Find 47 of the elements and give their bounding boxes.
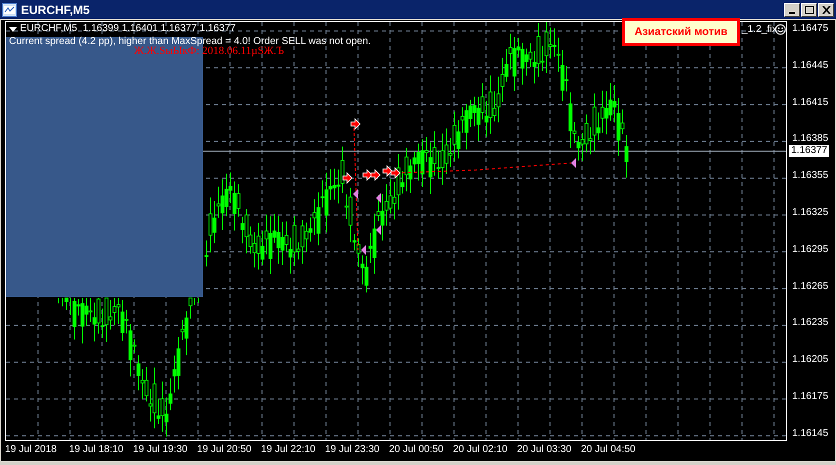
minimize-button[interactable] <box>784 2 800 16</box>
time-label: 19 Jul 22:10 <box>261 444 316 454</box>
price-label: 1.16175 <box>792 392 828 402</box>
time-label: 20 Jul 02:10 <box>453 444 508 454</box>
time-label: 19 Jul 23:30 <box>325 444 380 454</box>
garbled-text: Ж.Ж.SыЫкФ: 2018.06.11µSЖ.Ъ <box>134 46 284 57</box>
time-label: 20 Jul 00:50 <box>389 444 444 454</box>
triangle-marker <box>353 189 358 199</box>
time-label: 19 Jul 19:30 <box>133 444 188 454</box>
arrow-marker <box>350 118 361 130</box>
time-label: 19 Jul 20:50 <box>197 444 252 454</box>
time-label: 20 Jul 04:50 <box>581 444 636 454</box>
maximize-icon <box>804 6 814 14</box>
price-label: 1.16205 <box>792 355 828 366</box>
price-label: 1.16265 <box>792 282 828 292</box>
price-label: 1.16415 <box>792 98 828 108</box>
minimize-icon <box>789 12 795 14</box>
price-label: 1.16355 <box>792 171 828 182</box>
triangle-marker <box>361 245 366 255</box>
price-label: 1.16475 <box>792 24 828 34</box>
current-price-label: 1.16377 <box>789 145 830 158</box>
arrow-marker <box>342 172 353 184</box>
indicator-label: Азиатский мотив <box>622 18 740 46</box>
price-label: 1.16235 <box>792 318 828 328</box>
price-label: 1.16145 <box>792 428 828 439</box>
arrow-marker <box>370 169 381 181</box>
price-label: 1.16325 <box>792 208 828 218</box>
caret-icon <box>9 26 17 32</box>
arrow-marker <box>362 169 373 181</box>
window-icon <box>2 2 17 16</box>
triangle-marker <box>376 225 381 235</box>
arrow-marker <box>390 167 401 179</box>
time-label: 19 Jul 18:10 <box>69 444 124 454</box>
candle <box>64 298 68 310</box>
triangle-marker <box>376 193 381 203</box>
close-button[interactable] <box>818 2 834 16</box>
maximize-button[interactable] <box>801 2 817 16</box>
arrow-marker <box>382 165 393 177</box>
price-label: 1.16385 <box>792 134 828 144</box>
time-label: 19 Jul 2018 <box>5 444 58 454</box>
chart-header: EURCHF,M5 1.16399 1.16401 1.16377 1.16377 <box>20 24 236 34</box>
window-title: EURCHF,M5 <box>21 2 90 18</box>
close-icon <box>822 6 830 14</box>
triangle-marker <box>571 158 576 168</box>
price-label: 1.16295 <box>792 244 828 255</box>
price-label: 1.16445 <box>792 60 828 71</box>
time-label: 20 Jul 03:30 <box>517 444 572 454</box>
